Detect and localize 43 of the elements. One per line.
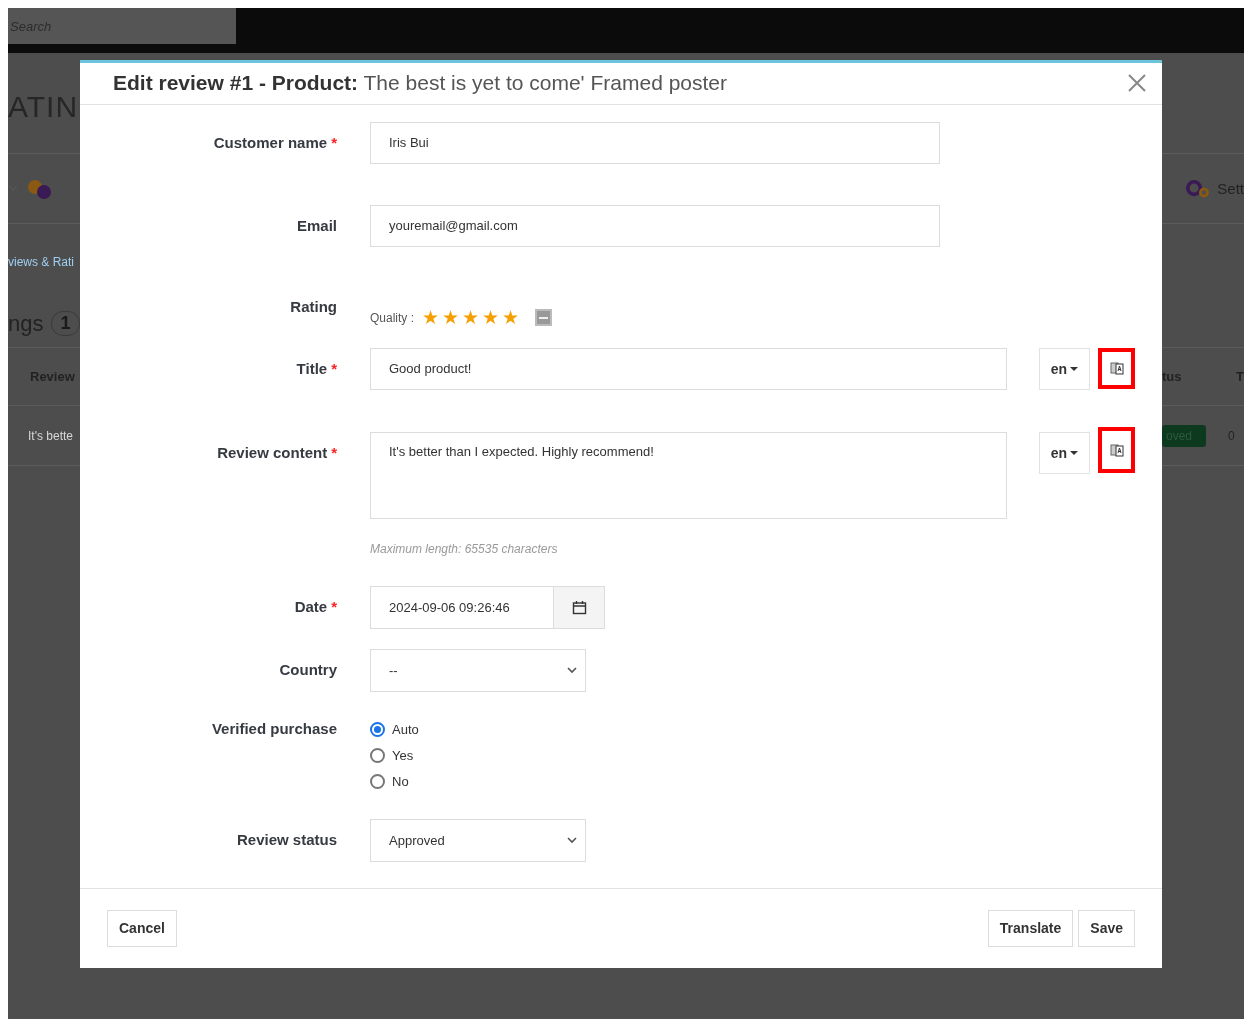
text-input[interactable]: youremail@gmail.com xyxy=(370,204,940,247)
translate-button[interactable] xyxy=(1098,347,1135,389)
translate-icon xyxy=(1109,361,1124,376)
radio-icon xyxy=(370,773,385,789)
tab-link[interactable]: views & Rati xyxy=(8,255,75,269)
field-label: Email xyxy=(295,215,337,236)
gears-icon[interactable] xyxy=(1186,178,1210,199)
translate-button[interactable] xyxy=(1098,426,1135,473)
field-label: Customer name * xyxy=(212,132,337,153)
language-dropdown[interactable]: en xyxy=(1039,347,1090,390)
modal-title: Edit review #1 - Product: The best is yet to come' Framed poster xyxy=(113,71,727,96)
radio-option[interactable]: Yes xyxy=(370,747,419,763)
calendar-button[interactable] xyxy=(554,586,604,628)
field-label: Country xyxy=(278,659,337,680)
radio-option[interactable]: No xyxy=(370,773,419,789)
chevron-down-icon xyxy=(567,666,577,674)
table-cell: It's bette xyxy=(28,428,73,443)
rating-criterion: Quality : xyxy=(370,310,414,325)
date-field[interactable]: 2024-09-06 09:26:46 xyxy=(370,585,605,629)
translate-icon xyxy=(1109,442,1124,457)
save-button[interactable]: Save xyxy=(1078,909,1135,947)
textarea-field[interactable]: It's better than I expected. Highly recommend! xyxy=(370,431,1007,519)
text-input[interactable]: Iris Bui xyxy=(370,121,940,164)
field-label: Verified purchase xyxy=(210,718,337,739)
field-label: Review status xyxy=(235,829,337,850)
cancel-button[interactable]: Cancel xyxy=(107,909,177,947)
field-label: Review content * xyxy=(216,442,337,463)
select-dropdown[interactable]: -- xyxy=(370,648,586,692)
hint-text: Maximum length: 65535 characters xyxy=(370,541,559,556)
field-label: Date * xyxy=(293,596,337,617)
translate-button[interactable]: Translate xyxy=(987,909,1074,947)
minus-square-icon[interactable] xyxy=(535,309,552,327)
chat-bubbles-icon[interactable] xyxy=(26,177,52,200)
field-label: Rating xyxy=(289,296,337,317)
calendar-icon xyxy=(571,599,587,615)
field-label: Title * xyxy=(295,358,337,379)
radio-option[interactable]: Auto xyxy=(370,721,419,737)
text-input[interactable]: Good product! xyxy=(370,347,1007,390)
radio-icon xyxy=(370,721,385,737)
chevron-down-icon xyxy=(567,836,577,844)
select-dropdown[interactable]: Approved xyxy=(370,818,586,862)
radio-icon xyxy=(370,747,385,763)
language-dropdown[interactable]: en xyxy=(1039,431,1090,474)
